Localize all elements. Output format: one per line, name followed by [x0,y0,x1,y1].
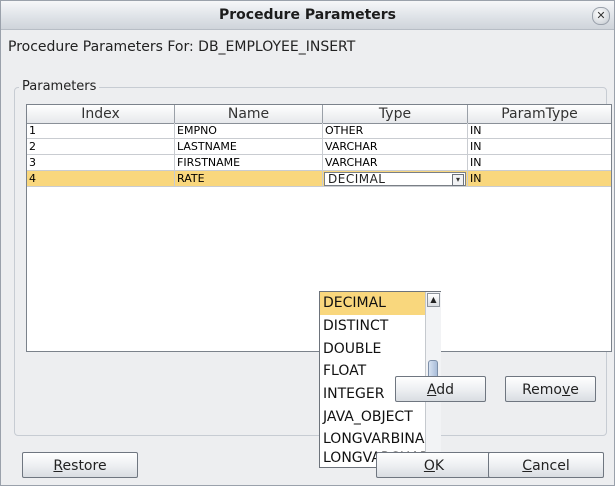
procedure-parameters-dialog: Procedure Parameters ✕ Procedure Paramet… [0,0,615,486]
dropdown-option[interactable]: JAVA_OBJECT [320,406,425,429]
title-bar[interactable]: Procedure Parameters ✕ [1,1,614,30]
cancel-button[interactable]: Cancel [488,452,604,478]
cell-type: OTHER [323,123,468,139]
column-header-type[interactable]: Type [323,105,468,123]
dropdown-option[interactable]: DISTINCT [320,315,425,338]
column-header-name[interactable]: Name [175,105,323,123]
dialog-title: Procedure Parameters [218,7,397,23]
cell-paramtype: IN [468,123,611,139]
cell-name: LASTNAME [175,139,323,155]
cell-index: 4 [27,171,175,187]
type-combo-editor[interactable]: DECIMAL ▾ [324,172,466,186]
table-header: Index Name Type ParamType [27,105,611,124]
cell-paramtype: IN [468,171,611,187]
column-header-index[interactable]: Index [27,105,175,123]
procedure-name-label: Procedure Parameters For: DB_EMPLOYEE_IN… [8,39,356,55]
dropdown-option-selected[interactable]: DECIMAL [320,292,425,315]
cell-type: VARCHAR [323,139,468,155]
cell-index: 2 [27,139,175,155]
scroll-up-icon[interactable]: ▲ [427,293,440,307]
add-button[interactable]: Add [395,376,486,402]
table-row[interactable]: 2 LASTNAME VARCHAR IN [27,139,611,155]
restore-button[interactable]: Restore [22,452,138,478]
dropdown-option[interactable]: LONGVARBINARY [320,428,425,451]
cell-index: 1 [27,123,175,139]
table-row[interactable]: 3 FIRSTNAME VARCHAR IN [27,155,611,171]
remove-button[interactable]: Remove [505,376,596,402]
cell-index: 3 [27,155,175,171]
cell-name: FIRSTNAME [175,155,323,171]
table-row-selected[interactable]: 4 RATE DECIMAL ▾ IN [27,171,611,187]
chevron-down-icon[interactable]: ▾ [452,174,464,186]
cell-name: EMPNO [175,123,323,139]
dropdown-option[interactable]: DOUBLE [320,338,425,361]
parameters-group-label: Parameters [19,79,100,94]
cell-paramtype: IN [468,155,611,171]
type-combo-value: DECIMAL [328,172,386,186]
table-row[interactable]: 1 EMPNO OTHER IN [27,123,611,139]
ok-button[interactable]: OK [376,452,492,478]
cell-name: RATE [175,171,323,187]
close-icon[interactable]: ✕ [592,7,610,25]
column-header-paramtype[interactable]: ParamType [468,105,611,123]
cell-paramtype: IN [468,139,611,155]
cell-type: VARCHAR [323,155,468,171]
